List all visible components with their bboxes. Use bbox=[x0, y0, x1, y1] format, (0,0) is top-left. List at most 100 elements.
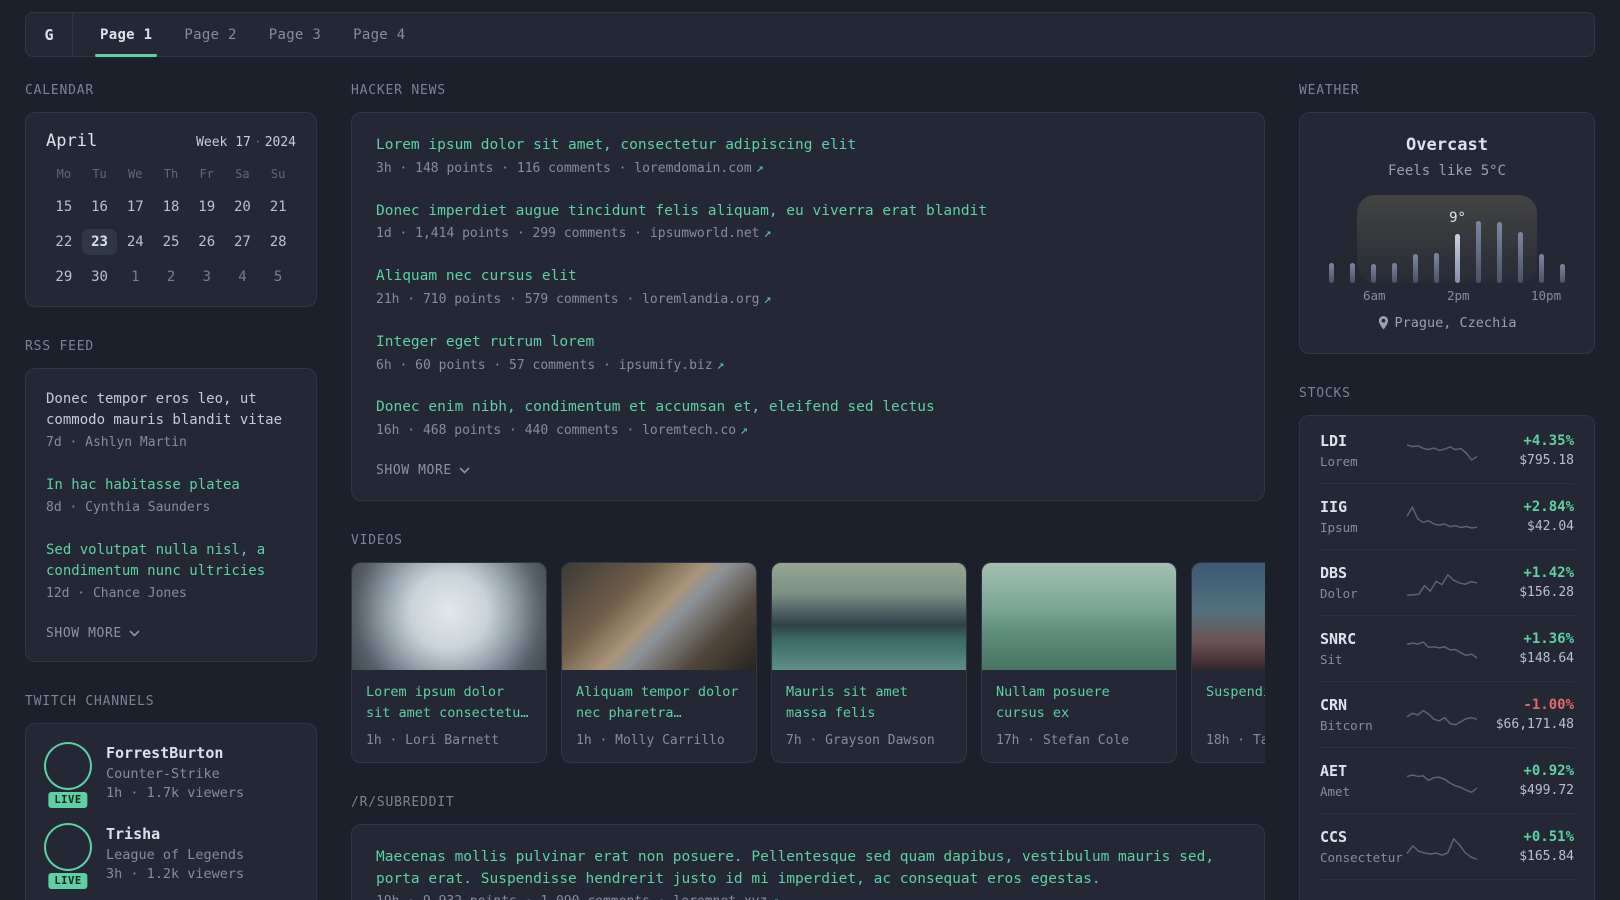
stock-info: CRN Bitcorn bbox=[1320, 696, 1396, 733]
subreddit-item-title[interactable]: Maecenas mollis pulvinar erat non posuer… bbox=[376, 847, 1240, 891]
weather-widget-title: WEATHER bbox=[1299, 83, 1360, 98]
hackernews-item-title[interactable]: Aliquam nec cursus elit bbox=[376, 266, 1240, 288]
weather-bar bbox=[1476, 221, 1481, 283]
stock-row-ccs[interactable]: CCS Consectetur +0.51% $165.84 bbox=[1320, 813, 1574, 879]
hackernews-item-meta: 1d · 1,414 points · 299 comments · ipsum… bbox=[376, 225, 1240, 244]
external-link-icon: ↗ bbox=[763, 291, 772, 307]
weather-feels-like: Feels like 5°C bbox=[1387, 163, 1506, 179]
twitch-channel-list: LIVE ForrestBurton Counter-Strike 1h · 1.7k… bbox=[46, 744, 296, 900]
video-card[interactable]: Aliquam tempor dolor nec pharetra… 1h · M… bbox=[561, 561, 757, 763]
stock-row-dbs[interactable]: DBS Dolor +1.42% $156.28 bbox=[1320, 549, 1574, 615]
twitch-avatar-wrap: LIVE bbox=[46, 744, 90, 810]
weather-hourly-chart: 9° 6am 2pm 10pm bbox=[1321, 195, 1573, 303]
show-more-label: SHOW MORE bbox=[46, 625, 122, 641]
avatar bbox=[46, 744, 90, 788]
stock-row-crn[interactable]: CRN Bitcorn -1.00% $66,171.48 bbox=[1320, 681, 1574, 747]
stock-name: Consectetur bbox=[1320, 850, 1403, 865]
stock-row-ldi[interactable]: LDI Lorem +4.35% $795.18 bbox=[1320, 418, 1574, 483]
calendar-day: 3 bbox=[202, 269, 211, 285]
calendar-widget-title: CALENDAR bbox=[25, 83, 95, 98]
rss-item-title[interactable]: Sed volutpat nulla nisl, a condimentum n… bbox=[46, 540, 296, 582]
rss-item-meta-text: 7d · Ashlyn Martin bbox=[46, 435, 187, 450]
nav-tab-page-1[interactable]: Page 1 bbox=[94, 13, 158, 57]
rss-item-title[interactable]: In hac habitasse platea bbox=[46, 475, 296, 496]
weather-widget: WEATHER Overcast Feels like 5°C 9° 6am 2pm… bbox=[1299, 83, 1595, 354]
subreddit-item: Maecenas mollis pulvinar erat non posuer… bbox=[376, 847, 1240, 900]
twitch-widget: TWITCH CHANNELS LIVE ForrestBurton Counter… bbox=[25, 694, 317, 900]
video-card[interactable]: Mauris sit amet massa felis 7h · Grayson … bbox=[771, 561, 967, 763]
hackernews-item: Aliquam nec cursus elit 21h · 710 points … bbox=[376, 266, 1240, 310]
stock-ticker: LDI bbox=[1320, 432, 1348, 450]
calendar-weekday: Fr bbox=[199, 167, 214, 181]
video-title: Aliquam tempor dolor nec pharetra… bbox=[576, 683, 739, 721]
twitch-channel-row[interactable]: LIVE Trisha League of Legends 3h · 1.2k vie… bbox=[46, 825, 296, 891]
rss-item-title[interactable]: Donec tempor eros leo, ut commodo mauris… bbox=[46, 389, 296, 431]
rss-item: In hac habitasse platea 8d · Cynthia Saun… bbox=[46, 475, 296, 518]
hackernews-item-title[interactable]: Integer eget rutrum lorem bbox=[376, 332, 1240, 354]
hackernews-item: Lorem ipsum dolor sit amet, consectetur … bbox=[376, 135, 1240, 179]
stock-row-snrc[interactable]: SNRC Sit +1.36% $148.64 bbox=[1320, 615, 1574, 681]
weather-bar bbox=[1518, 232, 1523, 283]
nav-tab-page-2[interactable]: Page 2 bbox=[184, 13, 236, 56]
twitch-channel-game: Counter-Strike bbox=[106, 765, 220, 782]
video-meta: 18h · Tara bbox=[1206, 732, 1265, 748]
hackernews-item-title[interactable]: Donec enim nibh, condimentum et accumsan… bbox=[376, 397, 1240, 419]
twitch-channel-meta: 1h · 1.7k viewers bbox=[106, 784, 245, 801]
weather-bar-slot bbox=[1531, 221, 1552, 283]
stock-name: Sit bbox=[1320, 652, 1343, 667]
video-title: Lorem ipsum dolor sit amet consectetu… bbox=[366, 683, 529, 721]
weather-bar-slot bbox=[1468, 221, 1489, 283]
external-link-icon: ↗ bbox=[755, 160, 764, 176]
videos-widget: VIDEOS Lorem ipsum dolor sit amet consec… bbox=[351, 533, 1265, 763]
video-thumbnail bbox=[562, 562, 756, 670]
twitch-channel-meta: 3h · 1.2k viewers bbox=[106, 865, 245, 882]
stock-info: CCS Consectetur bbox=[1320, 828, 1403, 865]
video-meta: 1h · Lori Barnett bbox=[366, 732, 500, 748]
video-thumbnail bbox=[352, 562, 546, 670]
stock-row-iig[interactable]: IIG Ipsum +2.84% $42.04 bbox=[1320, 483, 1574, 549]
stock-price: $795.18 bbox=[1519, 453, 1574, 468]
video-card[interactable]: Nullam posuere cursus ex 17h · Stefan Col… bbox=[981, 561, 1177, 763]
nav-tab-page-4[interactable]: Page 4 bbox=[353, 13, 405, 56]
app-logo[interactable]: G bbox=[26, 13, 73, 56]
show-more-label: SHOW MORE bbox=[376, 462, 452, 478]
calendar-day: 17 bbox=[126, 199, 144, 215]
hackernews-show-more-button[interactable]: SHOW MORE bbox=[376, 463, 470, 478]
calendar-day: 28 bbox=[269, 234, 287, 250]
videos-row: Lorem ipsum dolor sit amet consectetu… 1h… bbox=[351, 561, 1265, 763]
rss-item-meta: 12d · Chance Jones bbox=[46, 585, 296, 604]
stock-row-ahs[interactable]: AHS+0.46% bbox=[1320, 879, 1574, 900]
weather-bar bbox=[1350, 263, 1355, 283]
stock-name: Bitcorn bbox=[1320, 718, 1373, 733]
video-card-body: Mauris sit amet massa felis 7h · Grayson … bbox=[772, 670, 966, 762]
rss-show-more-button[interactable]: SHOW MORE bbox=[46, 626, 140, 641]
weather-time-label: 2pm bbox=[1447, 288, 1470, 303]
nav-tab-page-3[interactable]: Page 3 bbox=[269, 13, 321, 56]
hackernews-item-meta-text: 6h · 60 points · 57 comments · ipsumify.… bbox=[376, 357, 713, 373]
calendar-grid: Mo Tu We Th Fr Sa Su 15 16 17 18 19 20 21 22 23 24 25 26 27… bbox=[46, 167, 296, 290]
twitch-channel-info: Trisha League of Legends 3h · 1.2k viewers bbox=[106, 825, 244, 882]
stock-values: +1.42% $156.28 bbox=[1488, 565, 1574, 600]
video-card[interactable]: Suspendisse diam 18h · Tara bbox=[1191, 561, 1265, 763]
video-card[interactable]: Lorem ipsum dolor sit amet consectetu… 1h… bbox=[351, 561, 547, 763]
weather-bar-slot bbox=[1363, 221, 1384, 283]
twitch-channel-row[interactable]: LIVE ForrestBurton Counter-Strike 1h · 1.7k… bbox=[46, 743, 296, 810]
hackernews-item-title[interactable]: Donec imperdiet augue tincidunt felis al… bbox=[376, 201, 1240, 223]
calendar-weekday: Sa bbox=[235, 167, 250, 181]
stock-row-aet[interactable]: AET Amet +0.92% $499.72 bbox=[1320, 747, 1574, 813]
rss-item-meta: 7d · Ashlyn Martin bbox=[46, 434, 296, 453]
stock-values: +4.35% $795.18 bbox=[1488, 433, 1574, 468]
video-meta: 7h · Grayson Dawson bbox=[786, 732, 935, 748]
stock-price: $42.04 bbox=[1527, 519, 1574, 534]
stock-price: $165.84 bbox=[1519, 849, 1574, 864]
hackernews-widget: HACKER NEWS Lorem ipsum dolor sit amet, … bbox=[351, 83, 1265, 501]
subreddit-widget: /R/SUBREDDIT Maecenas mollis pulvinar er… bbox=[351, 795, 1265, 900]
weather-bars bbox=[1321, 221, 1573, 283]
hackernews-item-title[interactable]: Lorem ipsum dolor sit amet, consectetur … bbox=[376, 135, 1240, 157]
twitch-channel-name: ForrestBurton bbox=[106, 743, 224, 762]
calendar-day: 29 bbox=[55, 269, 73, 285]
weather-bar-slot bbox=[1447, 221, 1468, 283]
calendar-day: 27 bbox=[233, 234, 251, 250]
calendar-widget: CALENDAR April Week 17 · 2024 Mo Tu We Th Fr Sa… bbox=[25, 83, 317, 307]
rss-list: Donec tempor eros leo, ut commodo mauris… bbox=[46, 389, 296, 604]
